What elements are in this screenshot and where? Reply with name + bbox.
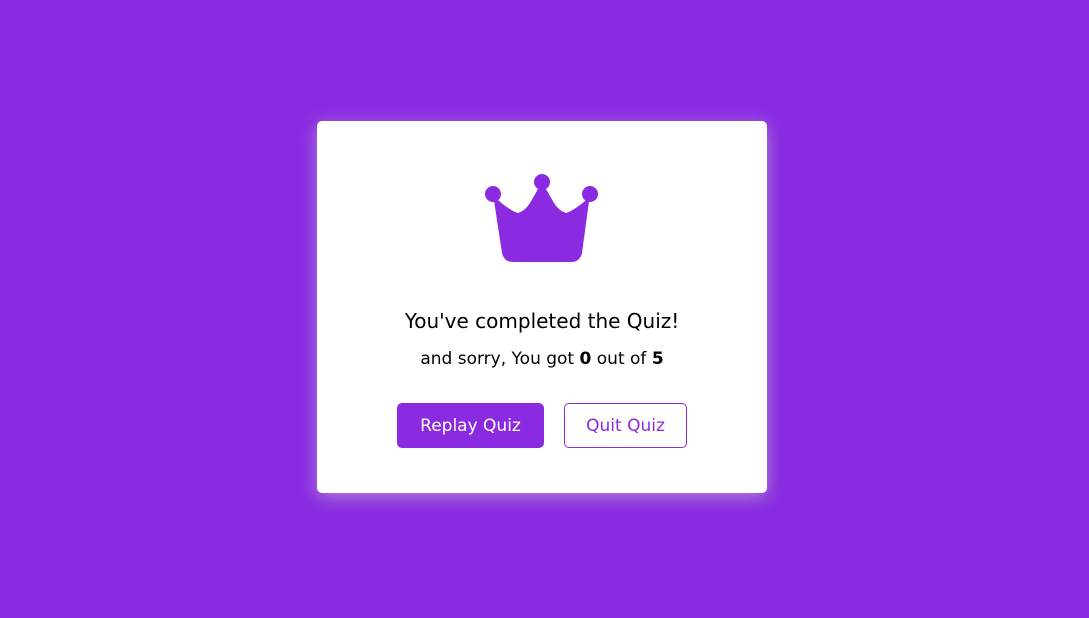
score-value: 0 xyxy=(579,349,592,369)
score-middle: out of xyxy=(596,349,647,369)
score-prefix: and sorry, You got xyxy=(420,349,575,369)
result-box: You've completed the Quiz! and sorry, Yo… xyxy=(317,121,767,493)
icon-container xyxy=(317,173,767,265)
score-message: and sorry, You got 0 out of 5 xyxy=(317,347,767,371)
crown-icon xyxy=(485,173,599,265)
completion-message: You've completed the Quiz! xyxy=(404,309,680,333)
score-total: 5 xyxy=(651,349,664,369)
button-group: Replay Quiz Quit Quiz xyxy=(317,403,767,448)
quit-quiz-button[interactable]: Quit Quiz xyxy=(564,403,687,448)
replay-quiz-button[interactable]: Replay Quiz xyxy=(397,403,544,448)
